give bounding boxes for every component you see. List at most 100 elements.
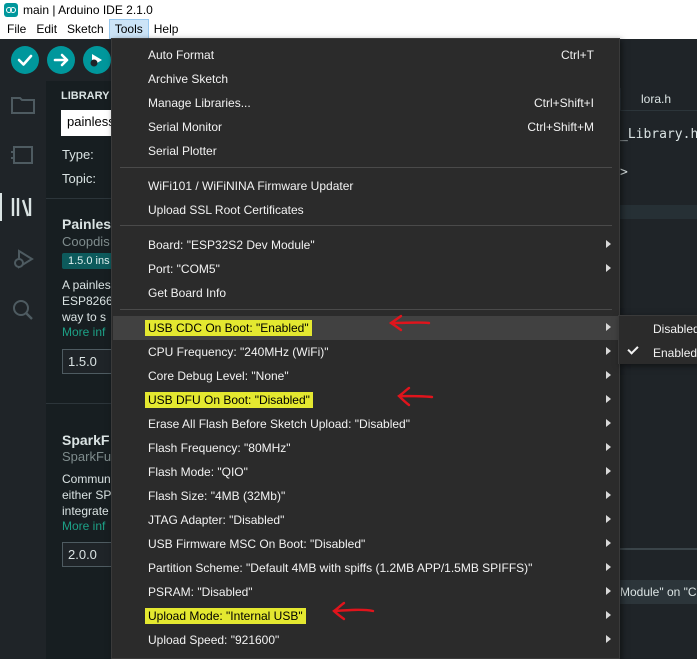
library-author: SparkFu	[62, 449, 112, 464]
library-heading: LIBRARY	[61, 90, 110, 102]
output-panel-border	[620, 548, 697, 550]
divider	[46, 198, 120, 199]
tab-lora-h[interactable]: lora.h	[620, 88, 697, 110]
menu-usb-dfu-on-boot[interactable]: USB DFU On Boot: "Disabled"	[113, 388, 619, 412]
installed-badge: 1.5.0 ins	[62, 253, 116, 269]
library-description-line: ESP8266	[62, 294, 113, 308]
menu-firmware-updater[interactable]: WiFi101 / WiFiNINA Firmware Updater	[113, 174, 619, 198]
submenu-arrow-icon	[606, 371, 611, 379]
menu-item-label: Erase All Flash Before Sketch Upload: "D…	[148, 417, 410, 431]
menu-separator	[120, 225, 612, 226]
submenu-arrow-icon	[606, 491, 611, 499]
library-description-line: way to s	[62, 310, 107, 324]
submenu-arrow-icon	[606, 515, 611, 523]
menu-item-label: USB DFU On Boot: "Disabled"	[145, 392, 313, 408]
menu-item-label: Upload Speed: "921600"	[148, 633, 280, 647]
menu-usb-cdc-on-boot[interactable]: USB CDC On Boot: "Enabled"	[113, 316, 619, 340]
menu-serial-plotter[interactable]: Serial Plotter	[113, 139, 619, 163]
debug-icon	[90, 54, 102, 67]
menu-port[interactable]: Port: "COM5"	[113, 257, 619, 281]
menu-item-label: WiFi101 / WiFiNINA Firmware Updater	[148, 179, 354, 193]
verify-button[interactable]	[11, 46, 39, 74]
submenu-arrow-icon	[606, 264, 611, 272]
menu-item-label: Manage Libraries...	[148, 96, 251, 110]
debug-button[interactable]	[83, 46, 111, 74]
menu-erase-all-flash[interactable]: Erase All Flash Before Sketch Upload: "D…	[113, 412, 619, 436]
submenu-arrow-icon	[606, 323, 611, 331]
menu-sketch[interactable]: Sketch	[62, 19, 109, 39]
submenu-option-enabled[interactable]: Enabled	[619, 341, 697, 365]
code-line[interactable]: _Library.h	[620, 127, 697, 142]
menu-flash-size[interactable]: Flash Size: "4MB (32Mb)"	[113, 484, 619, 508]
menu-board[interactable]: Board: "ESP32S2 Dev Module"	[113, 233, 619, 257]
menu-archive-sketch[interactable]: Archive Sketch	[113, 67, 619, 91]
menu-cpu-frequency[interactable]: CPU Frequency: "240MHz (WiFi)"	[113, 340, 619, 364]
menu-item-label: Serial Monitor	[148, 120, 223, 134]
library-description-line: Commun	[62, 472, 111, 486]
more-info-link[interactable]: More inf	[62, 325, 105, 339]
menu-usb-firmware-msc[interactable]: USB Firmware MSC On Boot: "Disabled"	[113, 532, 619, 556]
library-name: SparkF	[62, 432, 110, 448]
menu-separator	[120, 167, 612, 168]
folder-icon[interactable]	[10, 93, 36, 117]
menu-help[interactable]: Help	[149, 19, 184, 39]
menu-edit[interactable]: Edit	[31, 19, 62, 39]
library-name: Painles	[62, 216, 112, 232]
submenu-arrow-icon	[606, 563, 611, 571]
topic-filter-label[interactable]: Topic:	[62, 171, 96, 186]
menu-item-label: Archive Sketch	[148, 72, 229, 86]
menu-flash-mode[interactable]: Flash Mode: "QIO"	[113, 460, 619, 484]
menu-auto-format[interactable]: Auto Format Ctrl+T	[113, 43, 619, 67]
library-panel: LIBRARY painless Type: Topic: Painles Co…	[46, 81, 120, 659]
menu-item-label: Auto Format	[148, 48, 215, 62]
menu-jtag-adapter[interactable]: JTAG Adapter: "Disabled"	[113, 508, 619, 532]
library-description-line: integrate	[62, 504, 109, 518]
search-icon[interactable]	[10, 298, 36, 322]
board-manager-icon[interactable]	[10, 143, 36, 167]
usb-cdc-submenu: Disabled Enabled	[618, 315, 697, 364]
menu-item-label: Get Board Info	[148, 286, 227, 300]
code-line[interactable]: >	[620, 165, 628, 180]
menu-file[interactable]: File	[2, 19, 31, 39]
menu-item-label: Board: "ESP32S2 Dev Module"	[148, 238, 315, 252]
active-indicator	[0, 193, 2, 221]
menu-manage-libraries[interactable]: Manage Libraries... Ctrl+Shift+I	[113, 91, 619, 115]
annotation-arrow-icon	[332, 601, 375, 621]
more-info-link[interactable]: More inf	[62, 519, 105, 533]
shortcut-label: Ctrl+Shift+I	[533, 96, 594, 110]
menu-core-debug-level[interactable]: Core Debug Level: "None"	[113, 364, 619, 388]
submenu-arrow-icon	[606, 347, 611, 355]
submenu-arrow-icon	[606, 587, 611, 595]
menu-upload-ssl-certificates[interactable]: Upload SSL Root Certificates	[113, 198, 619, 222]
annotation-arrow-icon	[397, 386, 434, 407]
menu-upload-speed[interactable]: Upload Speed: "921600"	[113, 628, 619, 652]
menu-get-board-info[interactable]: Get Board Info	[113, 281, 619, 305]
submenu-arrow-icon	[606, 635, 611, 643]
library-manager-icon[interactable]	[10, 195, 36, 219]
submenu-option-disabled[interactable]: Disabled	[619, 317, 697, 341]
menu-tools[interactable]: Tools	[108, 19, 149, 39]
library-description-line: A painles	[62, 278, 111, 292]
type-filter-label[interactable]: Type:	[62, 147, 94, 162]
menu-item-label: Core Debug Level: "None"	[148, 369, 289, 383]
status-message: Module" on "CO	[620, 580, 697, 604]
menu-item-label: USB Firmware MSC On Boot: "Disabled"	[148, 537, 366, 551]
menu-item-label: Upload SSL Root Certificates	[148, 203, 304, 217]
upload-button[interactable]	[47, 46, 75, 74]
menu-bar: File Edit Sketch Tools Help	[0, 19, 697, 39]
menu-serial-monitor[interactable]: Serial Monitor Ctrl+Shift+M	[113, 115, 619, 139]
menu-flash-frequency[interactable]: Flash Frequency: "80MHz"	[113, 436, 619, 460]
submenu-arrow-icon	[606, 539, 611, 547]
shortcut-label: Ctrl+T	[561, 48, 594, 62]
submenu-option-label: Disabled	[653, 322, 697, 336]
title-bar: main | Arduino IDE 2.1.0	[0, 0, 697, 19]
submenu-arrow-icon	[606, 611, 611, 619]
menu-partition-scheme[interactable]: Partition Scheme: "Default 4MB with spif…	[113, 556, 619, 580]
menu-item-label: Flash Mode: "QIO"	[148, 465, 248, 479]
menu-item-label: JTAG Adapter: "Disabled"	[148, 513, 285, 527]
debug-panel-icon[interactable]	[10, 247, 36, 271]
menu-item-label: Upload Mode: "Internal USB"	[145, 608, 306, 624]
menu-item-label: Flash Size: "4MB (32Mb)"	[148, 489, 286, 503]
menu-item-label: PSRAM: "Disabled"	[148, 585, 253, 599]
submenu-arrow-icon	[606, 395, 611, 403]
